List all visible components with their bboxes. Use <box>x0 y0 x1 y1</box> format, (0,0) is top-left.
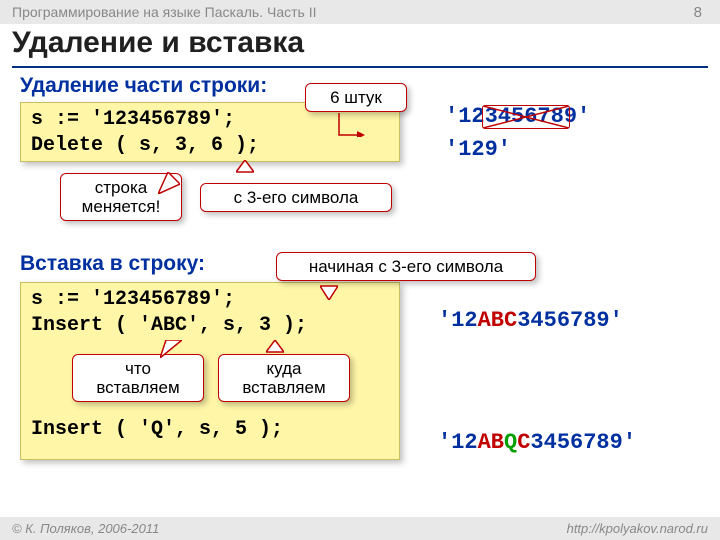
callout-start-from-third: начиная с 3-его символа <box>276 252 536 281</box>
strike-box <box>482 105 570 129</box>
pointer-icon <box>160 340 182 358</box>
pointer-icon <box>266 340 284 358</box>
callout-where-insert: куда вставляем <box>218 354 350 402</box>
output-after-delete: '129' <box>445 137 511 162</box>
pointer-icon <box>320 280 338 300</box>
section-heading-delete: Удаление части строки: <box>20 74 267 98</box>
code-line: Delete ( s, 3, 6 ); <box>31 133 389 159</box>
callout-count: 6 штук <box>305 83 407 112</box>
course-title: Программирование на языке Паскаль. Часть… <box>12 4 316 20</box>
output-text: 3456789' <box>517 308 623 333</box>
output-text: '12 <box>438 308 478 333</box>
output-insert2: '12ABQC3456789' <box>438 430 636 455</box>
title-underline <box>12 66 708 68</box>
callout-what-insert: что вставляем <box>72 354 204 402</box>
slide-footer: © К. Поляков, 2006-2011 http://kpolyakov… <box>0 517 720 540</box>
slide-title: Удаление и вставка <box>12 26 304 60</box>
page-number: 8 <box>694 4 702 21</box>
output-text-red: ABC <box>478 308 518 333</box>
pointer-icon <box>236 160 254 184</box>
pointer-icon <box>158 172 180 194</box>
output-text-green: Q <box>504 430 517 455</box>
output-text-red: AB <box>478 430 504 455</box>
pointer-icon <box>337 111 365 137</box>
footer-url: http://kpolyakov.narod.ru <box>567 521 708 536</box>
cross-icon <box>483 106 569 128</box>
callout-from-third: с 3-его символа <box>200 183 392 212</box>
copyright: © К. Поляков, 2006-2011 <box>12 521 159 536</box>
code-line: Insert ( 'Q', s, 5 ); <box>31 417 389 443</box>
section-heading-insert: Вставка в строку: <box>20 252 205 276</box>
slide-header: Программирование на языке Паскаль. Часть… <box>0 0 720 24</box>
output-text: '12 <box>438 430 478 455</box>
output-text: 3456789' <box>530 430 636 455</box>
output-insert1: '12ABC3456789' <box>438 308 623 333</box>
output-text-red: C <box>517 430 530 455</box>
code-line: Insert ( 'ABC', s, 3 ); <box>31 313 389 339</box>
